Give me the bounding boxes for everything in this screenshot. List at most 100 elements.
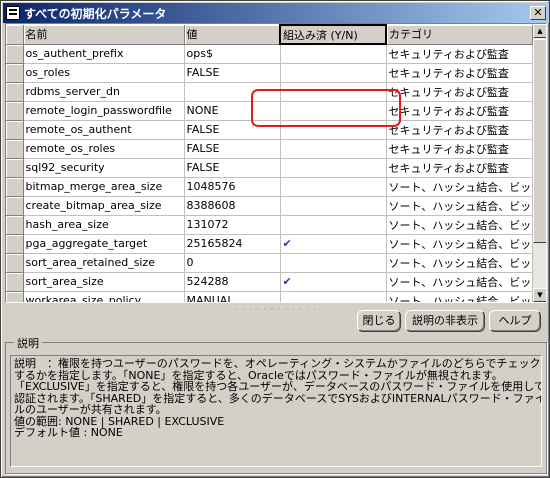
param-category-cell[interactable]: ソート、ハッシュ結合、ビット... [386,291,533,302]
row-header-cell[interactable] [6,196,24,216]
param-value-cell[interactable]: FALSE [184,158,281,178]
vertical-scrollbar[interactable]: ▲ ▼ [533,24,546,302]
param-category-cell[interactable]: ソート、ハッシュ結合、ビット... [386,234,533,254]
param-name-cell[interactable]: remote_login_passwordfile [23,101,185,121]
column-header-name[interactable]: 名前 [23,25,185,45]
param-name-cell[interactable]: sql92_security [23,158,185,178]
table-row[interactable]: sort_area_size524288✔ソート、ハッシュ結合、ビット... [6,272,533,292]
close-button[interactable]: 閉じる [357,310,401,332]
param-value-cell[interactable]: MANUAL [184,291,281,302]
parameter-table: 名前 値 組込み済 (Y/N) カテゴリ os_authent_prefix op… [6,24,533,302]
builtin-check-cell[interactable] [280,139,387,159]
param-value-cell[interactable]: ops$ [184,44,281,64]
corner-cell [6,25,24,45]
builtin-check-cell[interactable] [280,158,387,178]
param-category-cell[interactable]: セキュリティおよび監査 [386,44,533,64]
table-row[interactable]: sort_area_retained_size0 ソート、ハッシュ結合、ビット..… [6,253,533,273]
param-value-cell[interactable]: 524288 [184,272,281,292]
param-category-cell[interactable]: ソート、ハッシュ結合、ビット... [386,253,533,273]
param-name-cell[interactable]: pga_aggregate_target [23,234,185,254]
row-header-cell[interactable] [6,82,24,102]
row-header-cell[interactable] [6,291,24,302]
builtin-check-cell[interactable] [280,253,387,273]
column-header-builtin[interactable]: 組込み済 (Y/N) [279,24,387,45]
builtin-check-cell[interactable] [280,291,387,302]
builtin-check-cell[interactable]: ✔ [280,272,387,292]
parameter-grid: 名前 値 組込み済 (Y/N) カテゴリ os_authent_prefix op… [5,23,547,303]
param-name-cell[interactable]: remote_os_roles [23,139,185,159]
param-category-cell[interactable]: ソート、ハッシュ結合、ビット... [386,196,533,216]
param-name-cell[interactable]: rdbms_server_dn [23,82,185,102]
scroll-down-icon[interactable]: ▼ [533,288,546,302]
param-name-cell[interactable]: bitmap_merge_area_size [23,177,185,197]
row-header-cell[interactable] [6,44,24,64]
param-name-cell[interactable]: hash_area_size [23,215,185,235]
row-header-cell[interactable] [6,272,24,292]
param-name-cell[interactable]: os_roles [23,63,185,83]
param-value-cell[interactable]: 25165824 [184,234,281,254]
row-header-cell[interactable] [6,253,24,273]
row-header-cell[interactable] [6,234,24,254]
param-name-cell[interactable]: workarea_size_policy [23,291,185,302]
param-name-cell[interactable]: create_bitmap_area_size [23,196,185,216]
table-header-row: 名前 値 組込み済 (Y/N) カテゴリ [6,24,533,45]
title-bar[interactable]: すべての初期化パラメータ ✕ [3,3,549,23]
param-category-cell[interactable]: セキュリティおよび監査 [386,63,533,83]
param-name-cell[interactable]: sort_area_size [23,272,185,292]
scroll-up-icon[interactable]: ▲ [533,24,546,38]
param-category-cell[interactable]: ソート、ハッシュ結合、ビット... [386,177,533,197]
param-value-cell[interactable]: 1048576 [184,177,281,197]
param-value-cell[interactable]: 8388608 [184,196,281,216]
help-button[interactable]: ヘルプ [489,310,541,332]
param-name-cell[interactable]: sort_area_retained_size [23,253,185,273]
param-value-cell[interactable]: 0 [184,253,281,273]
table-row[interactable]: hash_area_size131072 ソート、ハッシュ結合、ビット... [6,215,533,235]
param-category-cell[interactable]: セキュリティおよび監査 [386,139,533,159]
table-row[interactable]: os_roles FALSE セキュリティおよび監査 [6,63,533,83]
table-row[interactable]: pga_aggregate_target 25165824 ✔ ソート、ハッシュ結合、… [6,234,533,254]
description-group-label: 説明 [14,335,42,351]
scroll-thumb[interactable] [533,39,546,243]
param-value-cell[interactable]: 131072 [184,215,281,235]
row-header-cell[interactable] [6,139,24,159]
window-icon [6,6,20,20]
builtin-check-cell[interactable] [280,177,387,197]
column-header-category[interactable]: カテゴリ [386,25,533,45]
hide-description-button[interactable]: 説明の非表示 [405,310,485,332]
builtin-check-cell[interactable] [280,44,387,64]
param-category-cell[interactable]: ソート、ハッシュ結合、ビット... [386,272,533,292]
description-line: デフォルト値 : NONE [14,426,123,439]
table-row[interactable]: create_bitmap_area_size 8388608 ソート、ハッシュ結合… [6,196,533,216]
param-category-cell[interactable]: セキュリティおよび監査 [386,120,533,140]
builtin-check-cell[interactable] [280,215,387,235]
builtin-check-cell[interactable]: ✔ [280,234,387,254]
table-row[interactable]: sql92_security FALSE セキュリティおよび監査 [6,158,533,178]
row-header-cell[interactable] [6,101,24,121]
description-line: 「EXCLUSIVE」を指定すると、権限を持つ各ユーザーが、データベースのパスワ… [14,380,542,393]
builtin-check-cell[interactable] [280,63,387,83]
builtin-check-cell[interactable] [280,196,387,216]
row-header-cell[interactable] [6,177,24,197]
param-category-cell[interactable]: セキュリティおよび監査 [386,82,533,102]
description-group: 説明 説明 ：権限を持つユーザーのパスワードを、オペレーティング・システムかファ… [5,335,547,474]
annotation-highlight-box [251,89,401,127]
close-icon[interactable]: ✕ [530,6,546,20]
table-row[interactable]: bitmap_merge_area_size 1048576 ソート、ハッシュ結合、… [6,177,533,197]
param-value-cell[interactable]: FALSE [184,139,281,159]
param-category-cell[interactable]: セキュリティおよび監査 [386,101,533,121]
param-name-cell[interactable]: os_authent_prefix [23,44,185,64]
param-name-cell[interactable]: remote_os_authent [23,120,185,140]
row-header-cell[interactable] [6,63,24,83]
param-value-cell[interactable]: FALSE [184,63,281,83]
table-row[interactable]: os_authent_prefix ops$ セキュリティおよび監査 [6,44,533,64]
window-title: すべての初期化パラメータ [24,6,167,21]
row-header-cell[interactable] [6,120,24,140]
param-category-cell[interactable]: セキュリティおよび監査 [386,158,533,178]
description-text: 説明 ：権限を持つユーザーのパスワードを、オペレーティング・システムかファイルの… [10,355,542,467]
table-row[interactable]: workarea_size_policyMANUAL ソート、ハッシュ結合、ビット… [6,291,533,302]
row-header-cell[interactable] [6,158,24,178]
table-row[interactable]: remote_os_roles FALSE セキュリティおよび監査 [6,139,533,159]
column-header-value[interactable]: 値 [184,25,281,45]
row-header-cell[interactable] [6,215,24,235]
param-category-cell[interactable]: ソート、ハッシュ結合、ビット... [386,215,533,235]
